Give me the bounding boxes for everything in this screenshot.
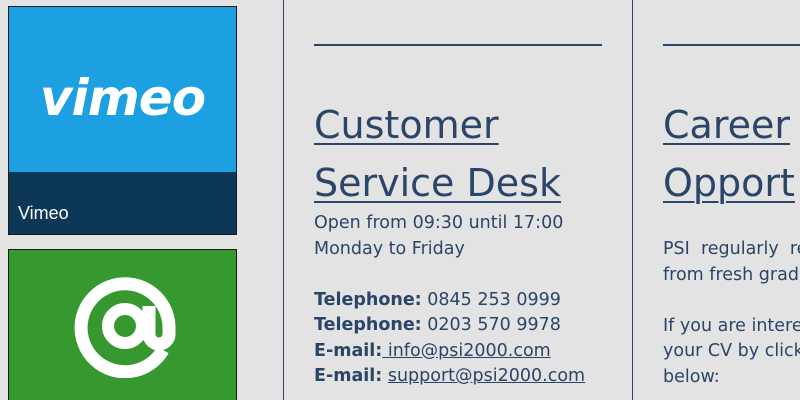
telephone-row: Telephone: 0203 570 9978 <box>314 313 585 339</box>
vimeo-tile-label: Vimeo <box>18 203 69 223</box>
telephone-row: Telephone: 0845 253 0999 <box>314 288 585 314</box>
email-label: E-mail: <box>314 340 383 361</box>
telephone-number: 0845 253 0999 <box>427 289 561 310</box>
support-email-link[interactable]: support@psi2000.com <box>388 366 585 386</box>
vimeo-tile[interactable]: vimeo Vimeo <box>8 6 237 235</box>
customer-service-title-line1[interactable]: Customer <box>314 96 499 154</box>
career-title-line1[interactable]: Career <box>663 96 790 154</box>
telephone-number: 0203 570 9978 <box>427 315 561 335</box>
email-tile[interactable] <box>8 249 237 400</box>
section-rule <box>663 44 800 46</box>
vimeo-logo-text: vimeo <box>40 69 205 127</box>
opening-hours: Open from 09:30 until 17:00 <box>314 213 564 233</box>
section-rule <box>314 44 602 46</box>
page: vimeo Vimeo Customer Service Desk Open f… <box>0 0 800 400</box>
career-paragraph-line: your CV by click <box>663 341 800 361</box>
column-divider <box>283 0 284 400</box>
career-paragraph-line: from fresh gradu <box>663 264 800 285</box>
career-paragraph-line: below: <box>663 366 720 387</box>
vimeo-logo-icon: vimeo <box>40 69 206 127</box>
email-row: E-mail: info@psi2000.com <box>314 339 585 365</box>
career-paragraph-line: PSI regularly re <box>663 239 800 259</box>
email-label: E-mail: <box>314 366 383 386</box>
customer-service-details: Open from 09:30 until 17:00 Monday to Fr… <box>314 211 585 390</box>
customer-service-title-line2[interactable]: Service Desk <box>314 154 561 212</box>
info-email-link[interactable]: info@psi2000.com <box>382 341 551 361</box>
email-row: E-mail: support@psi2000.com <box>314 364 585 390</box>
telephone-label: Telephone: <box>314 289 422 310</box>
telephone-label: Telephone: <box>314 315 422 335</box>
at-sign-icon <box>74 277 176 378</box>
opening-days: Monday to Friday <box>314 238 465 259</box>
career-details: PSI regularly re from fresh gradu If you… <box>663 237 800 390</box>
column-divider <box>632 0 633 400</box>
career-title-line2[interactable]: Opport <box>663 154 795 212</box>
career-paragraph-line: If you are intere <box>663 315 800 336</box>
